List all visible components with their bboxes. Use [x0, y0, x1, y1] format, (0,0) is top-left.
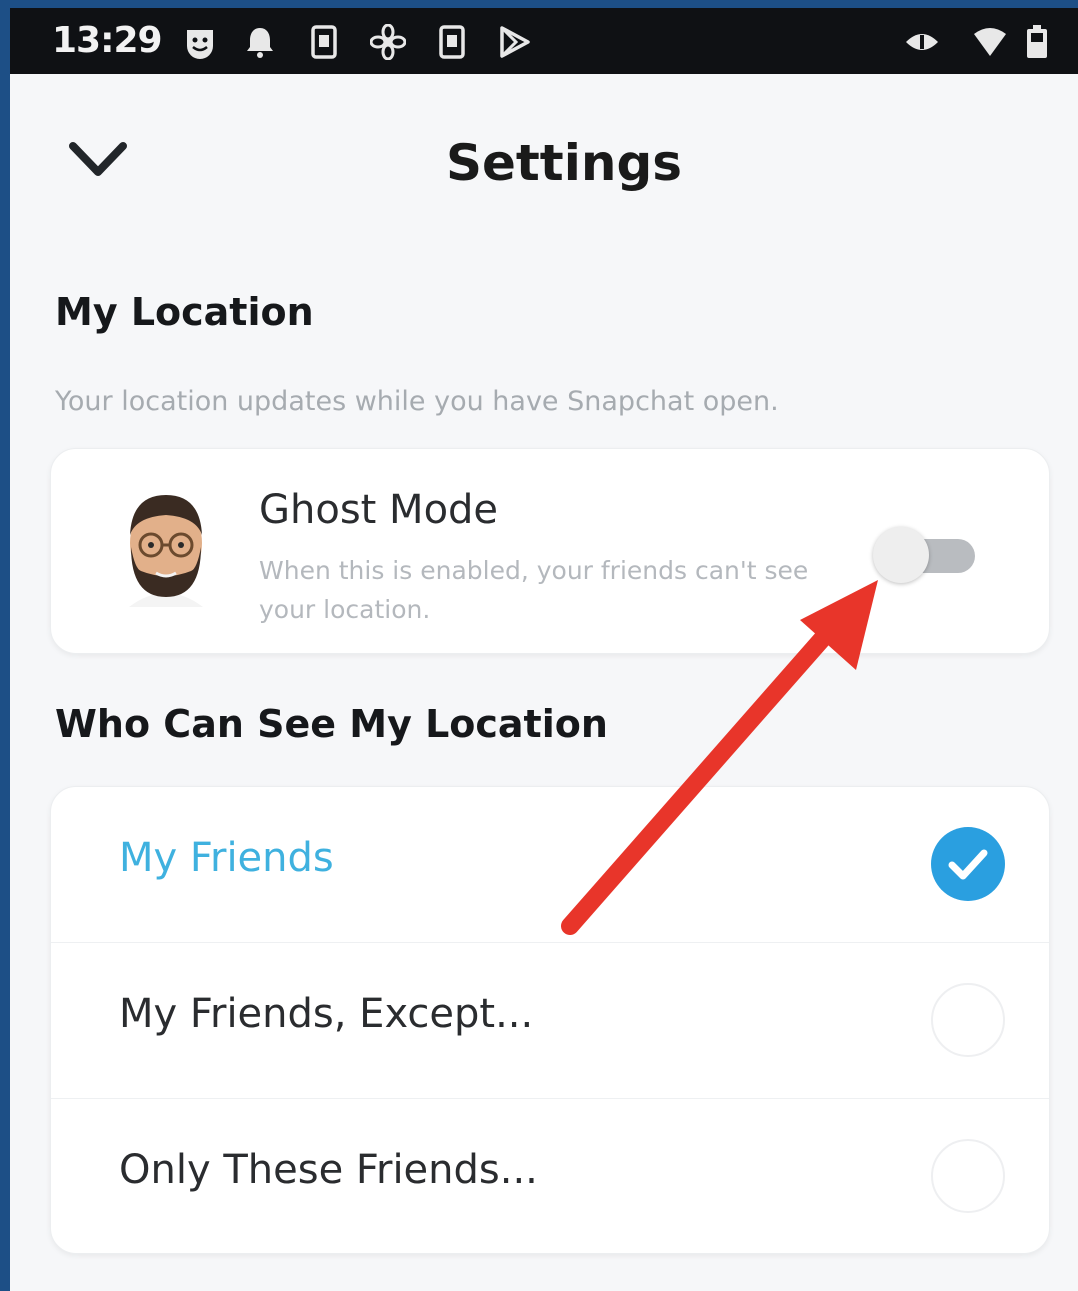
option-label: My Friends: [119, 835, 334, 881]
ghost-mode-title: Ghost Mode: [259, 487, 499, 533]
toggle-knob: [873, 527, 929, 583]
radio-unchecked[interactable]: [931, 983, 1005, 1057]
battery-icon: [1027, 25, 1047, 58]
fan-icon: [370, 24, 406, 60]
ghost-mode-description: When this is enabled, your friends can't…: [259, 556, 809, 624]
page-title: Settings: [445, 134, 682, 192]
radio-checked[interactable]: [931, 827, 1005, 901]
my-location-heading: My Location: [55, 290, 314, 334]
smiley-icon: [187, 30, 213, 59]
status-bar: 13:29: [10, 8, 1078, 74]
option-my-friends-except[interactable]: My Friends, Except...: [51, 943, 1049, 1099]
status-time: 13:29: [52, 20, 163, 61]
option-label: My Friends, Except...: [119, 991, 534, 1037]
ghost-mode-toggle[interactable]: [873, 527, 975, 583]
phone-screen: 13:29 Settings My Location Your location…: [10, 8, 1078, 1291]
wifi-icon: [974, 28, 1006, 56]
option-label: Only These Friends...: [119, 1147, 538, 1193]
sim-icon-2: [439, 25, 465, 59]
radio-unchecked[interactable]: [931, 1139, 1005, 1213]
play-store-icon: [500, 26, 530, 58]
option-my-friends[interactable]: My Friends: [51, 787, 1049, 943]
sim-icon: [311, 25, 337, 59]
my-location-subtitle: Your location updates while you have Sna…: [55, 386, 779, 417]
avatar: [129, 495, 203, 607]
ghost-mode-card: Ghost Mode When this is enabled, your fr…: [50, 448, 1050, 654]
option-only-these-friends[interactable]: Only These Friends...: [51, 1099, 1049, 1255]
visibility-options-card: My Friends My Friends, Except... Only Th…: [50, 786, 1050, 1254]
top-bar: Settings: [10, 74, 1078, 254]
checkmark-icon: [948, 849, 988, 880]
who-can-see-heading: Who Can See My Location: [55, 702, 608, 746]
data-saver-icon: [906, 34, 938, 50]
notification-icon: [247, 28, 273, 58]
